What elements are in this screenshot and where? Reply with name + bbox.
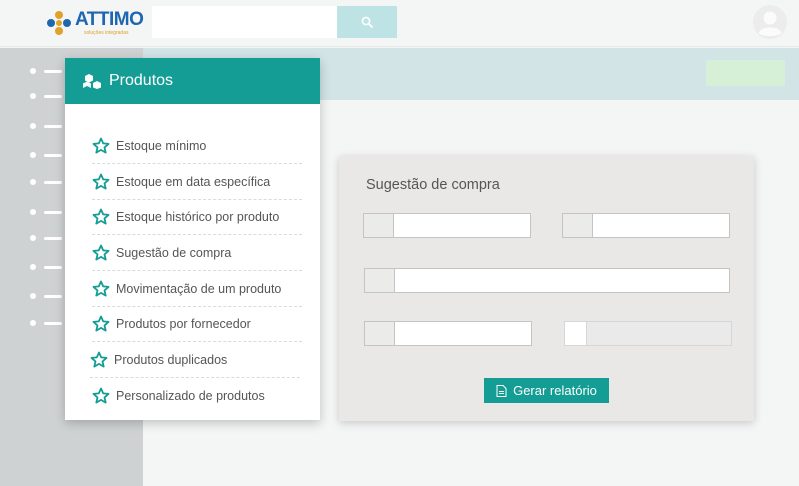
top-bar: ATTIMO soluções integradas [0, 0, 799, 47]
menu-item-label: Estoque mínimo [116, 138, 207, 153]
menu-item-label: Produtos por fornecedor [116, 316, 251, 331]
star-icon [92, 173, 110, 189]
form-field-2[interactable] [562, 213, 730, 238]
menu-item-produtos-duplicados[interactable]: Produtos duplicados [90, 342, 300, 378]
logo-mark-icon [47, 11, 71, 35]
menu-item-sugestao-compra[interactable]: Sugestão de compra [92, 235, 302, 271]
report-form-card: Sugestão de compra Gerar relatório [339, 156, 754, 421]
star-icon [92, 244, 110, 260]
star-icon [92, 315, 110, 331]
form-field-4[interactable] [364, 321, 532, 346]
star-icon [92, 137, 110, 153]
menu-item-produtos-fornecedor[interactable]: Produtos por fornecedor [92, 306, 302, 342]
menu-item-estoque-historico[interactable]: Estoque histórico por produto [92, 199, 302, 235]
brand-name: ATTIMO [75, 9, 144, 30]
menu-item-label: Produtos duplicados [114, 352, 228, 367]
star-icon [92, 387, 110, 404]
sidebar-item[interactable] [30, 320, 62, 326]
form-title: Sugestão de compra [366, 177, 500, 193]
products-cubes-icon [83, 74, 101, 89]
sidebar-item[interactable] [30, 235, 62, 241]
menu-item-label: Personalizado de produtos [116, 389, 265, 403]
user-avatar-icon[interactable] [753, 5, 787, 39]
menu-item-estoque-minimo[interactable]: Estoque mínimo [92, 128, 302, 164]
sidebar-item[interactable] [30, 68, 62, 74]
menu-item-label: Movimentação de um produto [116, 281, 282, 296]
sidebar-item[interactable] [30, 93, 62, 99]
search-icon [361, 16, 373, 28]
generate-report-button[interactable]: Gerar relatório [484, 378, 609, 403]
menu-item-label: Sugestão de compra [116, 245, 232, 260]
form-field-1[interactable] [363, 213, 531, 238]
sidebar-item[interactable] [30, 179, 62, 185]
brand-tagline: soluções integradas [84, 30, 129, 36]
search-button[interactable] [337, 6, 397, 38]
field-addon [364, 214, 394, 237]
field-addon [365, 269, 395, 292]
form-field-3[interactable] [364, 268, 730, 293]
search-input[interactable] [152, 6, 337, 38]
products-menu-header[interactable]: Produtos [65, 58, 320, 104]
star-icon [92, 280, 110, 296]
products-menu: Produtos Estoque mínimo Estoque em data … [65, 58, 320, 420]
menu-item-label: Estoque em data específica [116, 174, 271, 189]
star-icon [92, 208, 110, 224]
field-addon [365, 322, 395, 345]
sidebar-item[interactable] [30, 264, 62, 270]
field-addon [565, 322, 587, 345]
menu-item-estoque-data-especifica[interactable]: Estoque em data específica [92, 164, 302, 200]
brand-logo[interactable]: ATTIMO soluções integradas [46, 8, 156, 38]
menu-item-personalizado-produtos[interactable]: Personalizado de produtos [92, 378, 302, 414]
menu-item-label: Estoque histórico por produto [116, 209, 280, 224]
form-field-5-disabled [564, 321, 732, 346]
header-action-button[interactable] [706, 60, 785, 86]
star-icon [90, 351, 108, 367]
menu-item-movimentacao-produto[interactable]: Movimentação de um produto [92, 271, 302, 307]
sidebar-item[interactable] [30, 152, 62, 158]
field-addon [563, 214, 593, 237]
sidebar-item[interactable] [30, 209, 62, 215]
document-icon [496, 384, 507, 397]
sidebar-item[interactable] [30, 293, 62, 299]
products-menu-title: Produtos [109, 72, 174, 89]
sidebar-item[interactable] [30, 123, 62, 129]
generate-report-label: Gerar relatório [513, 383, 597, 398]
